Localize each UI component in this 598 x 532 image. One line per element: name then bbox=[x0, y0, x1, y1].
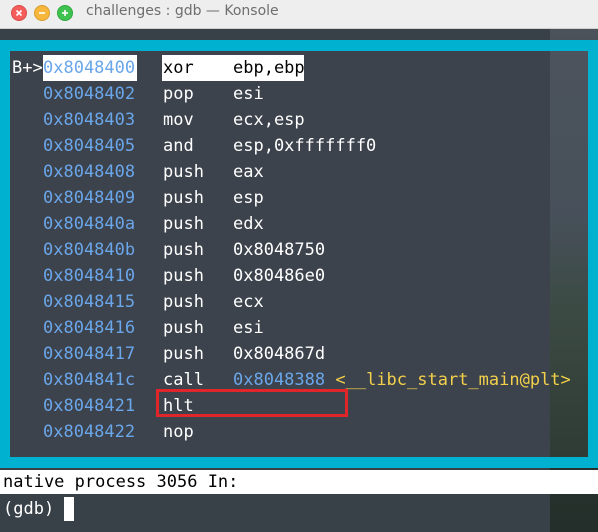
instruction-address: 0x8048405 bbox=[43, 136, 136, 156]
instruction-operands: 0x804867d bbox=[233, 344, 326, 364]
instruction-address: 0x8048417 bbox=[43, 344, 136, 364]
disassembly-row: 0x8048405 and esp,0xfffffff0 bbox=[10, 133, 550, 159]
instruction-address: 0x8048416 bbox=[43, 318, 136, 338]
instruction-address: 0x804840a bbox=[43, 214, 136, 234]
minimize-window-button[interactable] bbox=[34, 5, 50, 21]
disassembly-row: 0x8048408 push eax bbox=[10, 159, 550, 185]
instruction-operands: ebp,ebp bbox=[233, 58, 305, 78]
instruction-address: 0x8048415 bbox=[43, 292, 136, 312]
instruction-address: 0x804841c bbox=[43, 370, 136, 390]
call-target-address: 0x8048388 bbox=[233, 370, 326, 390]
instruction-mnemonic: push bbox=[163, 344, 204, 364]
window-title: challenges : gdb — Konsole bbox=[86, 3, 279, 19]
maximize-icon bbox=[62, 10, 68, 16]
disassembly-row: 0x8048415 push ecx bbox=[10, 289, 550, 315]
disassembly-row: 0x804840b push 0x8048750 bbox=[10, 237, 550, 263]
instruction-mnemonic: push bbox=[163, 214, 204, 234]
call-target-symbol: <__libc_start_main@plt> bbox=[335, 370, 571, 390]
title-bar: challenges : gdb — Konsole bbox=[0, 0, 598, 29]
instruction-address: 0x8048402 bbox=[43, 84, 136, 104]
instruction-mnemonic: push bbox=[163, 266, 204, 286]
disassembly-row: 0x8048410 push 0x80486e0 bbox=[10, 263, 550, 289]
instruction-mnemonic: and bbox=[163, 136, 194, 156]
instruction-mnemonic: push bbox=[163, 292, 204, 312]
disassembly-row: 0x8048417 push 0x804867d bbox=[10, 341, 550, 367]
instruction-address: 0x8048421 bbox=[43, 396, 136, 416]
instruction-operands: 0x80486e0 bbox=[233, 266, 326, 286]
minimize-icon bbox=[39, 12, 45, 14]
instruction-mnemonic: push bbox=[163, 188, 204, 208]
close-icon bbox=[15, 9, 23, 17]
disassembly-row: 0x8048402 pop esi bbox=[10, 81, 550, 107]
disassembly-row: 0x8048409 push esp bbox=[10, 185, 550, 211]
disassembly-view[interactable]: B+> 0x8048400 xor ebp,ebp 0x8048402 pop esi 0x8… bbox=[10, 51, 588, 457]
gdb-prompt: (gdb) bbox=[3, 499, 55, 519]
disassembly-row: 0x8048416 push esi bbox=[10, 315, 550, 341]
instruction-address: 0x8048403 bbox=[43, 110, 136, 130]
instruction-mnemonic: xor bbox=[163, 58, 194, 78]
instruction-mnemonic: push bbox=[163, 240, 204, 260]
disassembly-row: B+> 0x8048400 xor ebp,ebp bbox=[10, 55, 550, 81]
instruction-address: 0x8048408 bbox=[43, 162, 136, 182]
instruction-mnemonic: push bbox=[163, 162, 204, 182]
maximize-window-button[interactable] bbox=[57, 5, 73, 21]
disassembly-row: 0x8048403 mov ecx,esp bbox=[10, 107, 550, 133]
instruction-operands: esi bbox=[233, 318, 264, 338]
instruction-operands: esp bbox=[233, 188, 264, 208]
status-line: native process 3056 In: bbox=[0, 470, 598, 494]
instruction-operands: ecx,esp bbox=[233, 110, 305, 130]
instruction-address: 0x8048422 bbox=[43, 422, 136, 442]
highlight-annotation-box bbox=[156, 389, 348, 417]
instruction-operands: ecx bbox=[233, 292, 264, 312]
instruction-operands: esp,0xfffffff0 bbox=[233, 136, 377, 156]
command-cursor[interactable] bbox=[64, 497, 74, 521]
instruction-address: 0x8048409 bbox=[43, 188, 136, 208]
instruction-address: 0x8048410 bbox=[43, 266, 136, 286]
instruction-mnemonic: push bbox=[163, 318, 204, 338]
instruction-address: 0x8048400 bbox=[43, 55, 138, 81]
instruction-operands: edx bbox=[233, 214, 264, 234]
instruction-operands: 0x8048750 bbox=[233, 240, 326, 260]
instruction-operands: esi bbox=[233, 84, 264, 104]
close-window-button[interactable] bbox=[11, 5, 27, 21]
instruction-mnemonic: pop bbox=[163, 84, 194, 104]
background-image-strip bbox=[550, 51, 588, 457]
disassembly-row: 0x804840a push edx bbox=[10, 211, 550, 237]
instruction-address: 0x804840b bbox=[43, 240, 136, 260]
instruction-mnemonic: mov bbox=[163, 110, 194, 130]
disassembly-window[interactable]: B+> 0x8048400 xor ebp,ebp 0x8048402 pop esi 0x8… bbox=[0, 40, 598, 468]
instruction-mnemonic: nop bbox=[163, 422, 194, 442]
instruction-operands: eax bbox=[233, 162, 264, 182]
breakpoint-marker: B+> bbox=[12, 58, 43, 78]
disassembly-row: 0x8048422 nop bbox=[10, 419, 550, 445]
